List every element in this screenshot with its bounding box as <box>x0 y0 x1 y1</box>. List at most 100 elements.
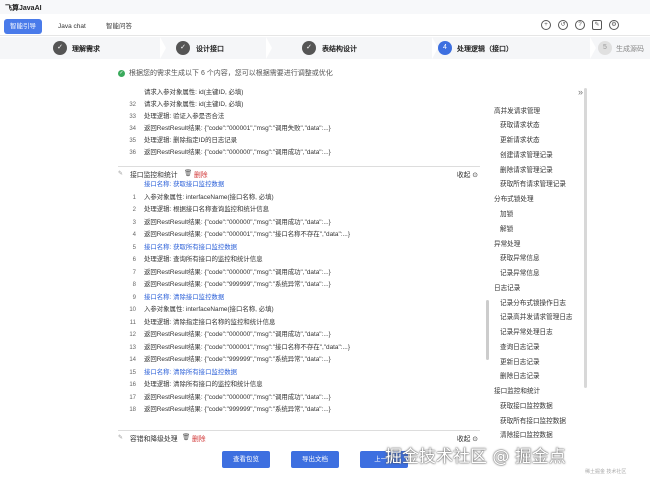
notice-message: ✓ 根据您的需求生成以下 6 个内容，您可以根据需要进行调整或优化 <box>118 68 333 78</box>
step-generate-source[interactable]: 5 生成源码 <box>590 37 650 59</box>
tab-smart-qa[interactable]: 智能问答 <box>100 19 138 34</box>
line-number: 1 <box>132 194 136 201</box>
code-text: 返回RestResult结果: {"code":"000001","msg":"… <box>144 343 350 351</box>
progress-stepper: ✓ 理解需求 ✓ 设计接口 ✓ 表结构设计 4 处理逻辑（接口） 5 生成源码 <box>0 37 650 59</box>
code-text: 返回RestResult结果: {"code":"000000","msg":"… <box>144 149 331 156</box>
outline-item[interactable]: 查询日志记录 <box>500 341 540 351</box>
tab-smart-guide[interactable]: 智能引导 <box>4 19 42 34</box>
main-scrollbar[interactable] <box>486 300 489 360</box>
line-number: 15 <box>129 369 136 376</box>
check-icon: ✓ <box>176 41 190 55</box>
line-number: 17 <box>129 394 136 401</box>
outline-item[interactable]: 获取异常信息 <box>500 252 540 262</box>
step-number: 5 <box>598 41 612 55</box>
step-table-design[interactable]: ✓ 表结构设计 <box>272 37 432 59</box>
code-text: 返回RestResult结果: {"code":"000001","msg":"… <box>144 125 331 132</box>
line-number: 9 <box>132 294 136 301</box>
code-text: 返回RestResult结果: {"code":"999999","msg":"… <box>144 356 331 363</box>
outline-item[interactable]: 解锁 <box>500 223 513 233</box>
line-number: 10 <box>129 307 136 313</box>
edit-icon[interactable]: ✎ <box>118 434 126 441</box>
code-text: 接口名称: 清除接口监控数据 <box>144 293 225 301</box>
code-text: 处理逻辑: 查询所有接口的监控和统计信息 <box>144 256 263 263</box>
delete-button[interactable]: 删除 <box>192 433 206 443</box>
trash-icon[interactable]: 🗑 <box>184 169 192 177</box>
step-design-interface[interactable]: ✓ 设计接口 <box>166 37 266 59</box>
code-text: 处理逻辑: 清除所有接口的监控和统计信息 <box>144 381 263 388</box>
settings-icon[interactable]: ⚙ <box>609 20 619 30</box>
outline-group[interactable]: 接口监控和统计 <box>494 385 540 395</box>
watermark: 掘金技术社区 @ 掘金点 <box>385 447 566 467</box>
outline-group[interactable]: 日志记录 <box>494 282 520 292</box>
code-text: 入参对象属性: interfaceName(接口名称, 必填) <box>144 193 274 201</box>
section-title: 容错和降级处理 <box>130 436 178 443</box>
outline-item[interactable]: 记录分布式锁操作日志 <box>500 297 566 307</box>
step-label: 理解需求 <box>72 46 100 53</box>
line-number: 14 <box>129 357 136 363</box>
tab-bar: 智能引导 Java chat 智能问答 + ↺ ? ✎ ⚙ <box>0 17 650 36</box>
code-text: 返回RestResult结果: {"code":"000000","msg":"… <box>144 393 331 401</box>
outline-group[interactable]: 高并发请求管理 <box>494 105 540 115</box>
code-text: 处理逻辑: 根据接口名称查询监控和统计信息 <box>144 206 269 213</box>
code-text: 请求入参对象属性: id(主键ID, 必填) <box>144 89 244 96</box>
line-number: 33 <box>129 114 136 120</box>
step-label: 设计接口 <box>196 46 224 53</box>
outline-item[interactable]: 获取接口监控数据 <box>500 400 553 410</box>
line-number: 7 <box>132 269 136 276</box>
outline-item[interactable]: 记录异常处理日志 <box>500 326 553 336</box>
outline-item[interactable]: 记录异常信息 <box>500 267 540 277</box>
step-processing-logic[interactable]: 4 处理逻辑（接口） <box>432 37 552 59</box>
help-icon[interactable]: ? <box>575 20 585 30</box>
step-label: 生成源码 <box>616 46 644 53</box>
history-icon[interactable]: ↺ <box>558 20 568 30</box>
outline-panel: 高并发请求管理 获取请求状态 更新请求状态 创建请求管理记录 删除请求管理记录 … <box>486 88 598 483</box>
outline-item[interactable]: 获取所有请求管理记录 <box>500 178 566 188</box>
notice-text: 根据您的需求生成以下 6 个内容，您可以根据需要进行调整或优化 <box>129 70 333 77</box>
code-text: 入参对象属性: interfaceName(接口名称, 必填) <box>144 306 274 313</box>
step-number: 4 <box>438 41 452 55</box>
collapse-label: 收起 <box>456 172 471 179</box>
view-all-button[interactable]: 查看包览 <box>222 451 270 468</box>
code-text: 接口名称: 清除所有接口监控数据 <box>144 368 238 376</box>
outline-group[interactable]: 异常处理 <box>494 238 520 248</box>
code-text: 返回RestResult结果: {"code":"000000","msg":"… <box>144 268 331 276</box>
edit-icon[interactable]: ✎ <box>592 20 602 30</box>
outline-item[interactable]: 获取所有接口监控数据 <box>500 415 566 425</box>
line-number: 12 <box>129 332 136 338</box>
line-number: 34 <box>129 126 136 132</box>
outline-item[interactable]: 创建请求管理记录 <box>500 149 553 159</box>
section-header-interface-monitoring: ✎ 接口监控和统计 🗑 删除 收起 ⊙ <box>118 166 480 179</box>
outline-item[interactable]: 加锁 <box>500 208 513 218</box>
add-icon[interactable]: + <box>541 20 551 30</box>
edit-icon[interactable]: ✎ <box>118 170 126 177</box>
code-block-interface-monitoring: 接口名称: 获取接口监控数据 1 入参对象属性: interfaceName(接口… <box>118 180 480 430</box>
section-header-fault-tolerance: ✎ 容错和降级处理 🗑 删除 收起 ⊙ <box>118 430 480 443</box>
step-label: 处理逻辑（接口） <box>457 46 513 53</box>
outline-item[interactable]: 删除日志记录 <box>500 370 540 380</box>
outline-item[interactable]: 更新请求状态 <box>500 134 540 144</box>
line-number: 32 <box>129 102 136 108</box>
line-number: 8 <box>132 282 136 288</box>
line-number: 16 <box>129 382 136 388</box>
step-understand-requirements[interactable]: ✓ 理解需求 <box>0 37 160 59</box>
outline-item[interactable]: 清除接口监控数据 <box>500 429 553 439</box>
line-number: 18 <box>129 407 136 413</box>
outline-item[interactable]: 删除请求管理记录 <box>500 164 553 174</box>
trash-icon[interactable]: 🗑 <box>182 433 190 441</box>
outline-group[interactable]: 分布式锁处理 <box>494 193 534 203</box>
collapse-button[interactable]: 收起 ⊙ <box>457 169 478 179</box>
line-number: 3 <box>132 219 136 226</box>
tab-java-chat[interactable]: Java chat <box>52 19 92 34</box>
line-number: 36 <box>129 150 136 156</box>
code-text: 请求入参对象属性: id(主键ID, 必填) <box>144 101 244 108</box>
code-text: 处理逻辑: 清除指定接口名称的监控和统计信息 <box>144 318 276 326</box>
code-text: 接口名称: 获取所有接口监控数据 <box>144 243 238 251</box>
delete-button[interactable]: 删除 <box>194 169 208 179</box>
outline-item[interactable]: 更新日志记录 <box>500 356 540 366</box>
export-doc-button[interactable]: 导出文档 <box>291 451 339 468</box>
outline-item[interactable]: 记录高并发请求管理日志 <box>500 311 573 321</box>
line-number: 13 <box>129 344 136 351</box>
outline-item[interactable]: 获取请求状态 <box>500 119 540 129</box>
code-text: 处理逻辑: 验证入参是否合法 <box>144 113 225 120</box>
section-title: 接口监控和统计 <box>130 172 178 179</box>
